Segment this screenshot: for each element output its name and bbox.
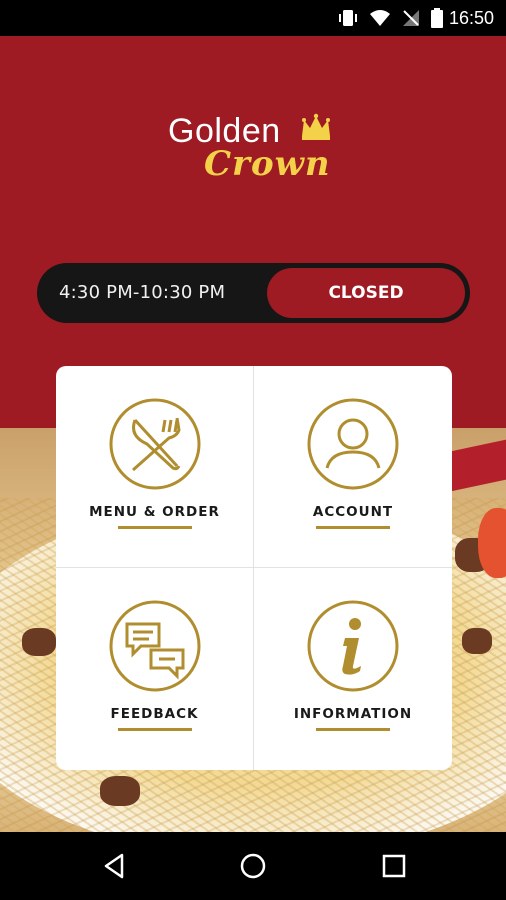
information-label: INFORMATION <box>293 706 413 722</box>
information-tile[interactable]: INFORMATION <box>254 568 452 770</box>
menu-order-tile[interactable]: MENU & ORDER <box>56 366 254 568</box>
account-underline <box>316 526 390 529</box>
logo-text-crown: Crown <box>204 144 331 184</box>
no-signal-icon <box>402 10 419 26</box>
main-menu-grid: MENU & ORDER ACCOUNT FEEDBACK INFORMATIO… <box>56 366 452 770</box>
account-tile[interactable]: ACCOUNT <box>254 366 452 568</box>
knife-fork-icon <box>109 398 200 490</box>
feedback-underline <box>117 728 192 731</box>
navigation-bar <box>0 832 506 900</box>
feedback-label: FEEDBACK <box>110 706 199 722</box>
home-icon[interactable] <box>237 850 269 882</box>
feedback-tile[interactable]: FEEDBACK <box>56 568 254 770</box>
battery-icon <box>430 8 443 28</box>
information-underline <box>316 728 390 731</box>
opening-hours-bar: 4:30 PM-10:30 PM CLOSED <box>37 263 470 323</box>
vibrate-icon <box>338 10 357 26</box>
back-icon[interactable] <box>98 850 130 882</box>
menu-order-underline <box>117 526 192 529</box>
golden-crown-logo: Golden Crown <box>160 108 360 188</box>
info-icon <box>307 600 399 692</box>
crown-icon <box>302 113 330 140</box>
open-status-badge: CLOSED <box>267 268 465 318</box>
account-label: ACCOUNT <box>312 504 394 520</box>
wifi-icon <box>369 10 390 26</box>
menu-order-label: MENU & ORDER <box>89 504 220 520</box>
opening-hours-text: 4:30 PM-10:30 PM <box>59 282 226 303</box>
status-time: 16:50 <box>448 7 494 28</box>
status-bar: 16:50 <box>0 0 506 36</box>
user-icon <box>307 398 399 490</box>
chat-bubbles-icon <box>109 600 200 692</box>
recents-icon[interactable] <box>378 850 410 882</box>
